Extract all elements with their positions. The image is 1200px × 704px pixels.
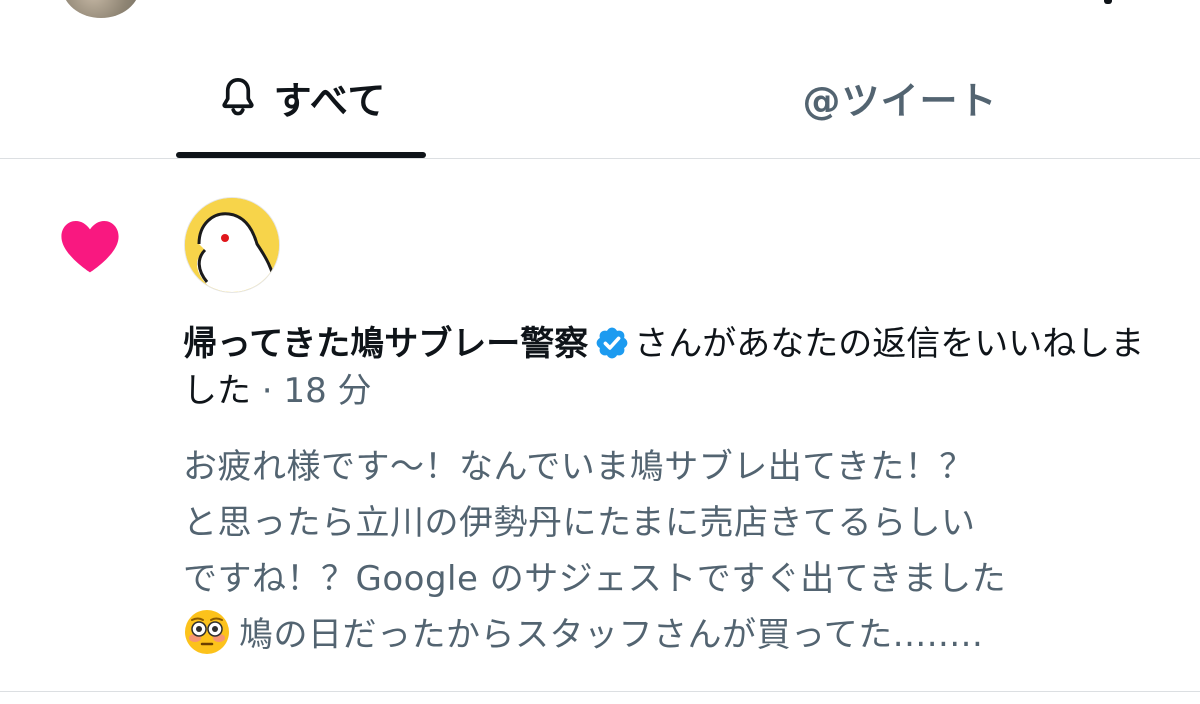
pigeon-avatar-icon xyxy=(185,198,279,292)
flushed-face-emoji-icon xyxy=(185,610,229,654)
tweet-line: と思ったら立川の伊勢丹にたまに売店きてるらしい xyxy=(183,503,976,543)
more-menu-icon[interactable] xyxy=(1104,0,1112,4)
tweet-line: お疲れ様です〜！なんでいま鳩サブレ出てきた！？ xyxy=(183,447,974,487)
tweet-preview[interactable]: お疲れ様です〜！なんでいま鳩サブレ出てきた！？ と思ったら立川の伊勢丹にたまに売… xyxy=(183,439,1183,663)
notification-text: 帰ってきた鳩サブレー警察 さんがあなたの返信をいいねしました · 18 分 xyxy=(183,321,1173,415)
tab-all[interactable]: すべて xyxy=(176,40,426,158)
notification-time: 18 分 xyxy=(283,371,372,411)
tab-mentions-label: @ツイート xyxy=(802,78,998,123)
tweet-line: 鳩の日だったからスタッフさんが買ってた........ xyxy=(239,615,984,655)
verified-badge-icon xyxy=(596,327,628,359)
heart-icon xyxy=(61,220,119,273)
tweet-line: ですね！？Google のサジェストですぐ出てきました xyxy=(183,559,1007,599)
notification-tabs: すべて @ツイート xyxy=(0,40,1200,159)
tweet-line-with-emoji: 鳩の日だったからスタッフさんが買ってた........ xyxy=(183,607,1183,663)
notification-item[interactable]: 帰ってきた鳩サブレー警察 さんがあなたの返信をいいねしました · 18 分 お疲… xyxy=(0,159,1200,691)
bell-icon xyxy=(221,78,254,116)
separator-dot: · xyxy=(251,371,284,411)
user-avatar[interactable] xyxy=(62,0,140,18)
tab-mentions[interactable]: @ツイート xyxy=(700,40,1100,158)
actor-avatar[interactable] xyxy=(184,197,280,293)
tab-all-label: すべて xyxy=(273,78,387,123)
active-tab-indicator xyxy=(176,152,426,158)
notification-divider xyxy=(0,691,1200,692)
actor-name[interactable]: 帰ってきた鳩サブレー警察 xyxy=(183,324,588,364)
